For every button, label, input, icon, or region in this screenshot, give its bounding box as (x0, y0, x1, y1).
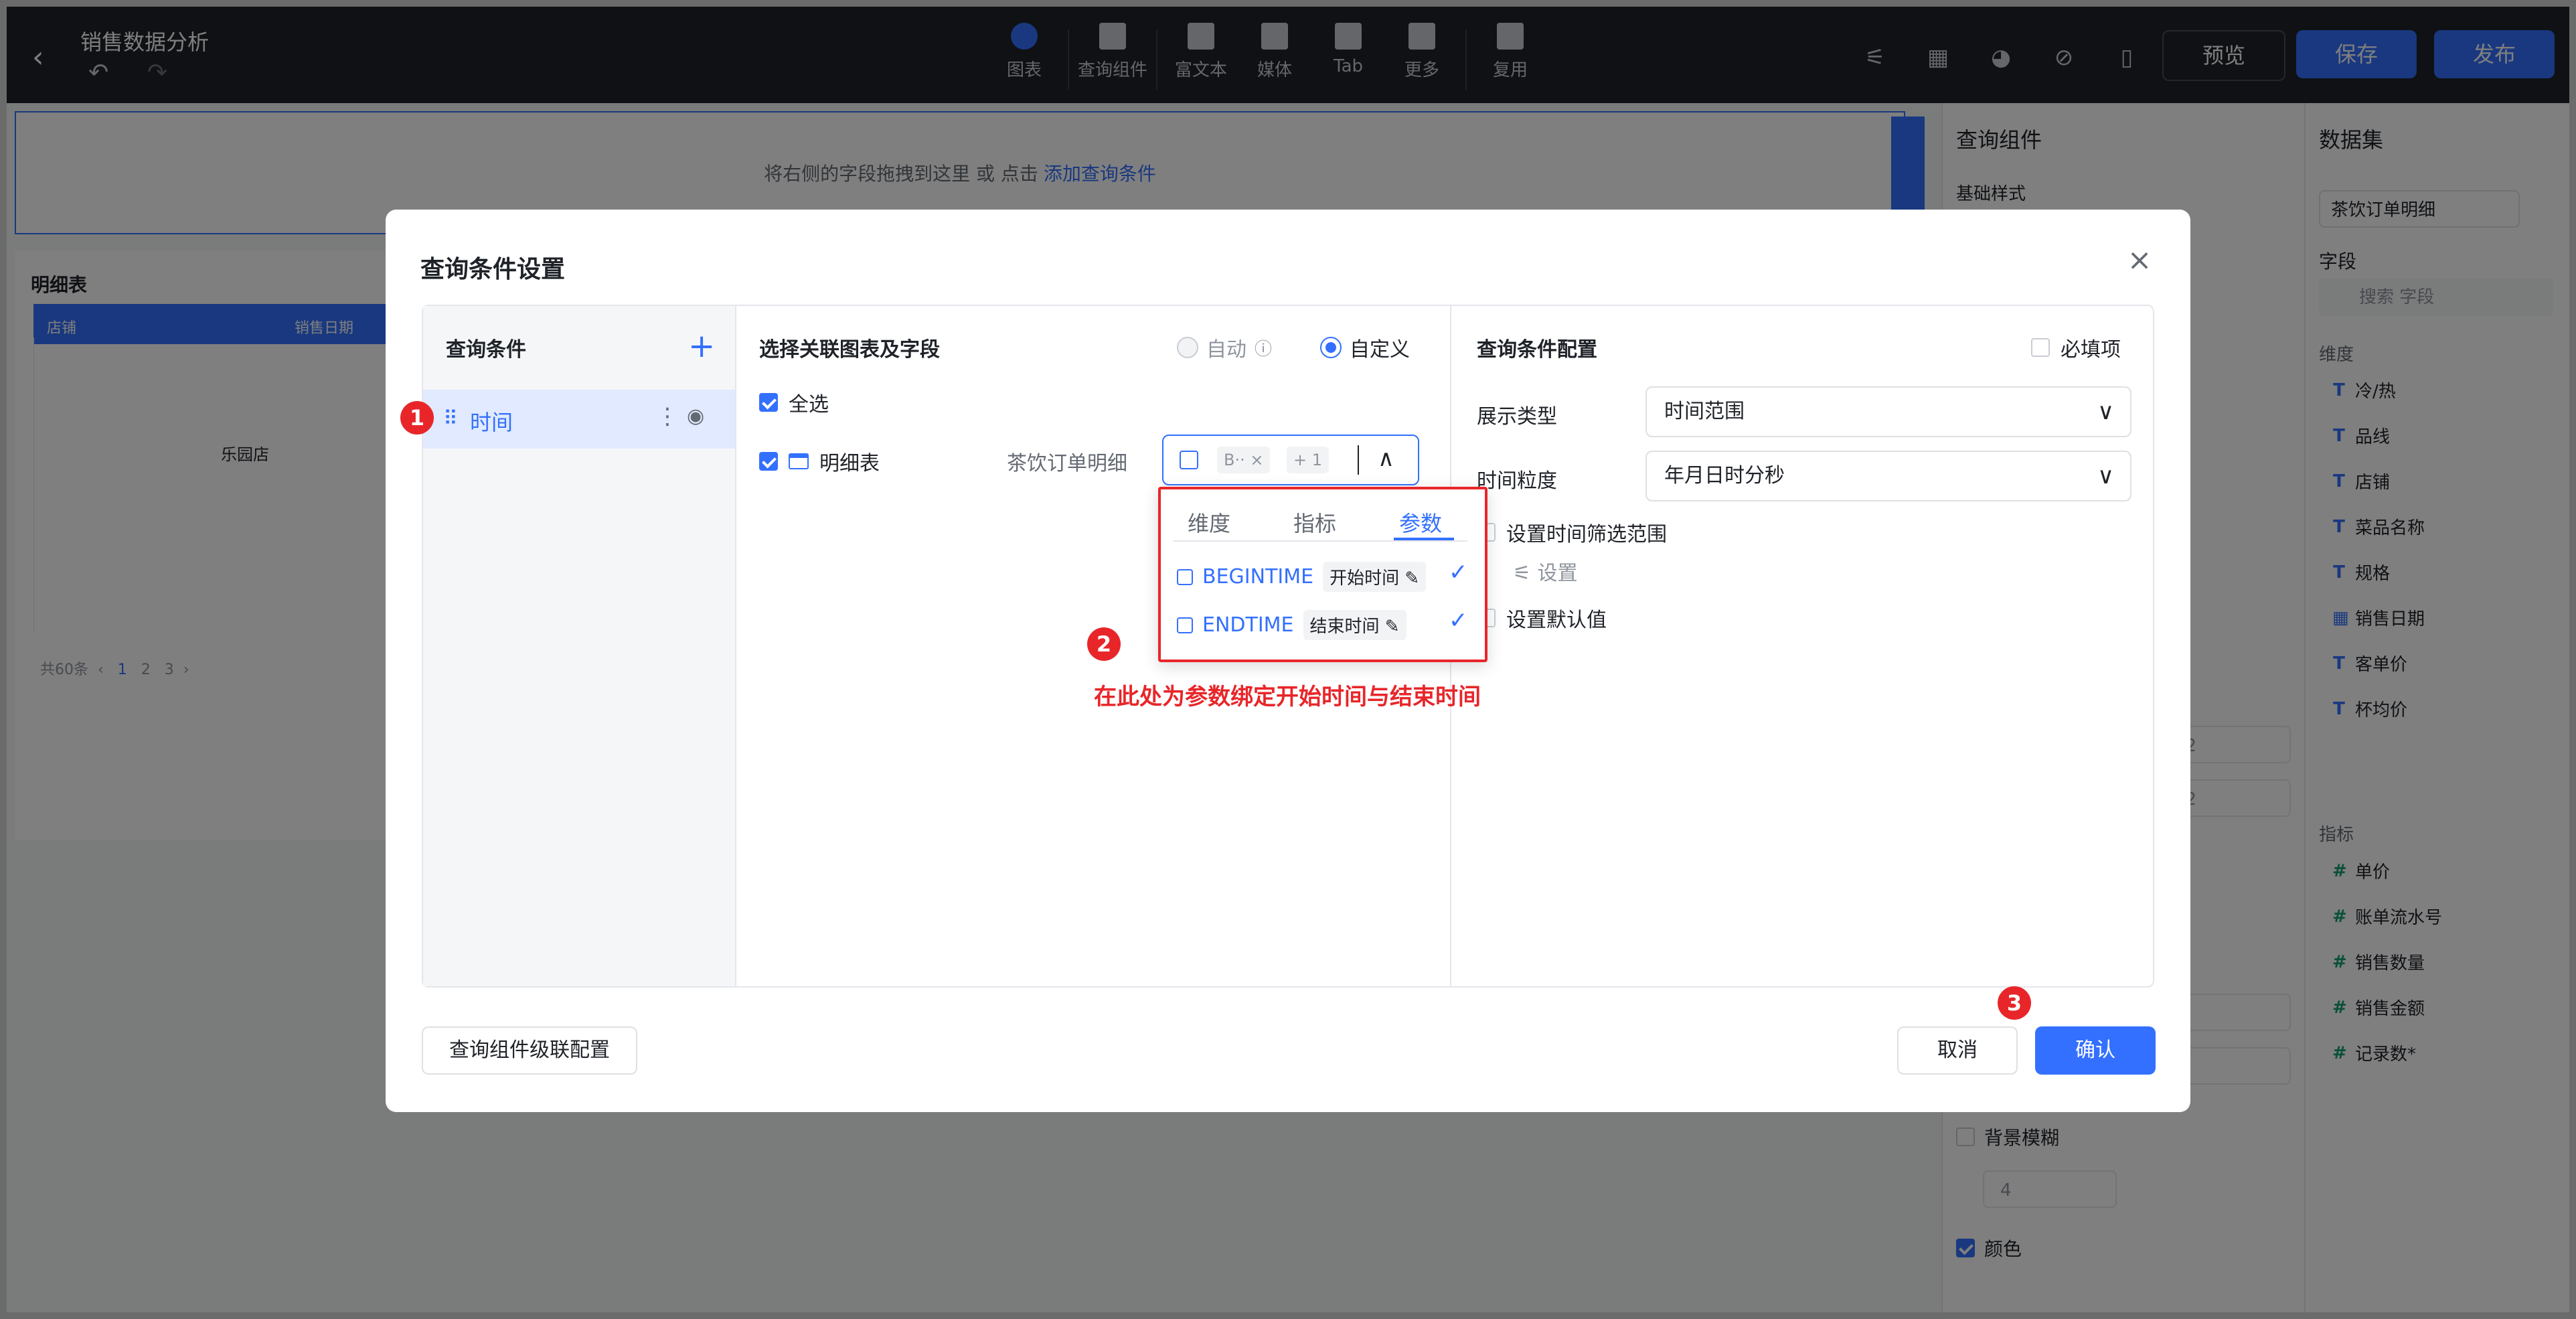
display-type-label: 展示类型 (1477, 405, 1557, 429)
dropdown-tabs: 维度 指标 参数 (1173, 497, 1467, 542)
linked-dataset-name: 茶饮订单明细 (1007, 452, 1127, 475)
time-range-settings-link[interactable]: ⚟ 设置 (1513, 556, 1577, 586)
chevron-down-icon: ∨ (2097, 463, 2114, 489)
time-range-checkbox[interactable]: 设置时间筛选范围 (1477, 518, 1667, 547)
dialog-title: 查询条件设置 (420, 256, 566, 283)
auto-radio[interactable]: 自动 ⓘ (1177, 333, 1272, 362)
field-dropdown: 维度 指标 参数 BEGINTIME 开始时间 ✎ ✓ ENDTIME 结束时间… (1158, 487, 1487, 662)
cancel-button[interactable]: 取消 (1897, 1026, 2018, 1075)
binding-pill[interactable]: 开始时间 ✎ (1323, 562, 1427, 592)
add-condition-icon[interactable]: + (688, 330, 715, 362)
granularity-label: 时间粒度 (1477, 469, 1557, 493)
confirm-button[interactable]: 确认 (2035, 1026, 2156, 1075)
tab-parameter[interactable]: 参数 (1399, 507, 1442, 538)
field-more-tag: + 1 (1287, 447, 1330, 473)
field-tag[interactable]: B·· × (1217, 447, 1271, 473)
check-icon: ✓ (1449, 559, 1468, 586)
custom-radio[interactable]: 自定义 (1320, 333, 1410, 362)
eye-icon[interactable]: ◉ (687, 404, 704, 428)
calendar-icon (1180, 451, 1198, 469)
link-header: 选择关联图表及字段 (759, 338, 940, 362)
binding-pill[interactable]: 结束时间 ✎ (1303, 610, 1406, 640)
table-icon (789, 453, 809, 469)
required-checkbox[interactable]: 必填项 (2031, 333, 2121, 362)
config-header: 查询条件配置 (1477, 338, 1597, 362)
select-all-checkbox[interactable]: 全选 (759, 388, 829, 417)
condition-item-time[interactable]: ⠿ 时间 ⋮ ◉ (423, 390, 735, 449)
query-condition-dialog: 查询条件设置 × 查询条件 + ⠿ 时间 ⋮ ◉ 选择关联图表及字段 自动 ⓘ 自… (386, 210, 2190, 1112)
step-badge-1: 1 (400, 401, 434, 435)
drag-handle-icon[interactable]: ⠿ (443, 407, 458, 431)
field-select[interactable]: B·· × + 1 ∧ (1162, 435, 1419, 485)
display-type-select[interactable]: 时间范围 ∨ (1645, 386, 2131, 437)
chevron-up-icon[interactable]: ∧ (1378, 445, 1394, 472)
conditions-column: 查询条件 + ⠿ 时间 ⋮ ◉ (423, 306, 736, 986)
annotation-note: 在此处为参数绑定开始时间与结束时间 (1094, 684, 1481, 710)
param-row-endtime[interactable]: ENDTIME 结束时间 ✎ (1177, 610, 1406, 640)
sliders-icon: ⚟ (1513, 562, 1531, 585)
step-badge-2: 2 (1087, 627, 1121, 661)
param-row-begintime[interactable]: BEGINTIME 开始时间 ✎ (1177, 562, 1427, 592)
chart-checkbox-detail[interactable]: 明细表 (759, 447, 880, 476)
step-badge-3: 3 (1998, 986, 2031, 1020)
condition-config-column: 查询条件配置 必填项 展示类型 时间范围 ∨ 时间粒度 年月日时分秒 ∨ 设置时间筛… (1451, 306, 2153, 986)
calendar-icon (1177, 568, 1193, 585)
edit-icon: ✎ (1384, 617, 1400, 637)
check-icon: ✓ (1449, 607, 1468, 634)
edit-icon: ✎ (1404, 568, 1420, 589)
granularity-select[interactable]: 年月日时分秒 ∨ (1645, 451, 2131, 501)
close-icon[interactable]: × (2126, 246, 2153, 275)
more-options-icon[interactable]: ⋮ (656, 403, 679, 430)
default-value-checkbox[interactable]: 设置默认值 (1477, 603, 1607, 633)
chevron-down-icon: ∨ (2097, 398, 2114, 425)
conditions-header: 查询条件 (446, 338, 526, 362)
calendar-icon (1177, 617, 1193, 633)
cascade-config-button[interactable]: 查询组件级联配置 (422, 1026, 637, 1075)
tab-dimension[interactable]: 维度 (1188, 507, 1230, 538)
info-icon: ⓘ (1255, 339, 1273, 360)
tab-metric[interactable]: 指标 (1293, 507, 1336, 538)
